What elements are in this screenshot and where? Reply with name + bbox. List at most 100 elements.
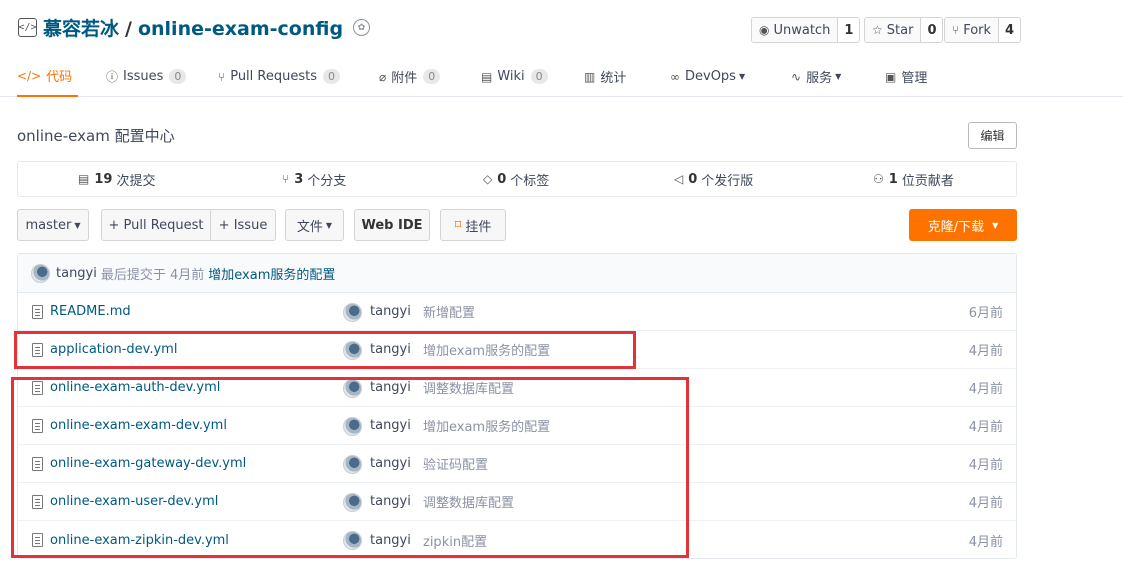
file-commit-message[interactable]: 新增配置 — [423, 302, 475, 321]
tab-pull-requests[interactable]: ⑂ Pull Requests 0 — [218, 56, 340, 97]
book-icon: ▤ — [481, 69, 493, 84]
tab-devops[interactable]: ∞ DevOps ▼ — [670, 56, 745, 97]
code-icon: </> — [17, 68, 42, 83]
tags-count: 0 — [497, 171, 507, 187]
recommend-badge-icon[interactable]: ✿ — [353, 19, 371, 36]
tab-issues[interactable]: ⓘ Issues 0 — [106, 56, 187, 97]
highlight-annotation-box — [11, 377, 689, 558]
infinity-icon: ∞ — [670, 69, 680, 84]
avatar[interactable] — [31, 263, 50, 283]
commit-author[interactable]: tangyi — [56, 266, 97, 281]
file-time: 4月前 — [968, 458, 1003, 473]
releases-stat[interactable]: ◁ 0 个发行版 — [674, 162, 753, 196]
tab-issues-label: Issues — [123, 69, 164, 84]
contributors-count: 1 — [888, 171, 898, 187]
file-time: 4月前 — [968, 496, 1003, 511]
file-time: 6月前 — [968, 306, 1003, 321]
releases-label: 个发行版 — [701, 173, 754, 189]
commits-count: 19 — [94, 171, 113, 187]
fork-button[interactable]: ⑂ Fork — [945, 18, 1000, 42]
contributors-stat[interactable]: ⚇ 1 位贡献者 — [873, 162, 954, 196]
chevron-down-icon: ▼ — [74, 220, 81, 230]
clone-download-button[interactable]: 克隆/下载 ▼ — [909, 209, 1017, 241]
fork-group: ⑂ Fork 4 — [944, 17, 1022, 43]
tab-wiki[interactable]: ▤ Wiki 0 — [481, 56, 548, 97]
star-icon: ☆ — [872, 23, 883, 37]
pull-request-icon: ⑂ — [218, 69, 226, 84]
repo-name-link[interactable]: online-exam-config — [138, 18, 343, 40]
highlight-annotation-box — [14, 331, 636, 369]
issue-icon: ⓘ — [106, 70, 119, 84]
file-time: 4月前 — [968, 344, 1003, 359]
star-button[interactable]: ☆ Star — [865, 18, 922, 42]
file-time: 4月前 — [968, 534, 1003, 550]
tab-services-label: 服务 — [806, 71, 833, 86]
repo-description: online-exam 配置中心 — [17, 127, 175, 145]
tab-attachments[interactable]: ⌀ 附件 0 — [379, 56, 441, 97]
clone-download-label: 克隆/下载 — [927, 219, 985, 235]
branches-stat[interactable]: ⑂ 3 个分支 — [282, 162, 346, 196]
file-name-link[interactable]: README.md — [50, 304, 131, 319]
people-icon: ⚇ — [873, 172, 884, 186]
bar-chart-icon: ▥ — [584, 69, 596, 84]
file-icon — [32, 305, 43, 319]
new-issue-button[interactable]: + Issue — [210, 209, 276, 241]
unwatch-group: ◉ Unwatch 1 — [751, 17, 861, 43]
file-menu-label: 文件 — [296, 219, 323, 235]
chevron-down-icon: ▼ — [325, 220, 333, 230]
tab-stats[interactable]: ▥ 统计 — [584, 56, 626, 97]
settings-doc-icon: ▣ — [885, 69, 897, 84]
repo-stats-bar: ▤ 19 次提交 ⑂ 3 个分支 ◇ 0 个标签 ◁ 0 个发行版 ⚇ 1 位贡献者 — [17, 161, 1017, 197]
issues-count: 0 — [169, 69, 187, 84]
avatar[interactable] — [343, 303, 362, 322]
web-ide-button[interactable]: Web IDE — [354, 209, 430, 241]
fork-count[interactable]: 4 — [999, 18, 1021, 42]
code-repo-icon: </> — [18, 18, 37, 37]
releases-count: 0 — [688, 171, 698, 187]
edit-description-button[interactable]: 编辑 — [968, 122, 1017, 149]
contributors-label: 位贡献者 — [901, 173, 954, 189]
file-time: 4月前 — [968, 382, 1003, 397]
watch-count[interactable]: 1 — [838, 18, 860, 42]
fork-icon: ⑂ — [952, 23, 960, 37]
pulse-icon: ∿ — [791, 69, 802, 84]
commits-stat[interactable]: ▤ 19 次提交 — [78, 162, 155, 196]
pendant-button[interactable]: ⌑ 挂件 — [440, 209, 506, 241]
tab-services[interactable]: ∿ 服务 ▼ — [791, 56, 841, 97]
wiki-count: 0 — [530, 69, 548, 84]
file-author[interactable]: tangyi — [370, 304, 411, 319]
star-count[interactable]: 0 — [921, 18, 943, 42]
unwatch-button[interactable]: ◉ Unwatch — [752, 18, 839, 42]
tab-manage-label: 管理 — [901, 71, 928, 86]
file-menu-button[interactable]: 文件 ▼ — [285, 209, 344, 241]
pendant-label: 挂件 — [465, 219, 492, 235]
commit-message[interactable]: 增加exam服务的配置 — [208, 264, 335, 283]
repo-title: </> 慕容若冰 / online-exam-config ✿ — [18, 14, 371, 41]
tags-stat[interactable]: ◇ 0 个标签 — [483, 162, 549, 196]
branches-count: 3 — [294, 171, 304, 187]
tab-devops-label: DevOps — [685, 69, 736, 84]
tab-code-label: 代码 — [46, 70, 73, 85]
tag-icon: ◇ — [483, 172, 493, 186]
repo-header: </> 慕容若冰 / online-exam-config ✿ ◉ Unwatch 1… — [0, 0, 1123, 97]
chevron-down-icon: ▼ — [835, 72, 842, 81]
branch-select[interactable]: master ▼ — [17, 209, 89, 241]
tab-manage[interactable]: ▣ 管理 — [885, 56, 927, 97]
send-icon: ◁ — [674, 172, 684, 186]
repo-owner-link[interactable]: 慕容若冰 — [43, 18, 119, 40]
star-group: ☆ Star 0 — [864, 17, 944, 43]
tab-code[interactable]: </> 代码 — [17, 56, 79, 97]
new-pull-request-button[interactable]: + Pull Request — [101, 209, 211, 241]
repo-nav: </> 代码 ⓘ Issues 0 ⑂ Pull Requests 0 ⌀ 附件 0 ▤ Wik… — [0, 56, 1123, 97]
tab-pull-requests-label: Pull Requests — [230, 69, 317, 84]
star-label: Star — [886, 22, 914, 38]
tab-stats-label: 统计 — [600, 71, 627, 86]
commit-doc-icon: ▤ — [78, 172, 90, 186]
repo-path-separator: / — [125, 18, 132, 40]
bookmark-icon: ⌑ — [454, 217, 462, 233]
fork-label: Fork — [963, 22, 992, 38]
commits-label: 次提交 — [116, 173, 156, 189]
unwatch-label: Unwatch — [773, 22, 831, 38]
table-row[interactable]: README.md tangyi 新增配置 6月前 — [18, 293, 1016, 331]
file-time: 4月前 — [968, 420, 1003, 435]
